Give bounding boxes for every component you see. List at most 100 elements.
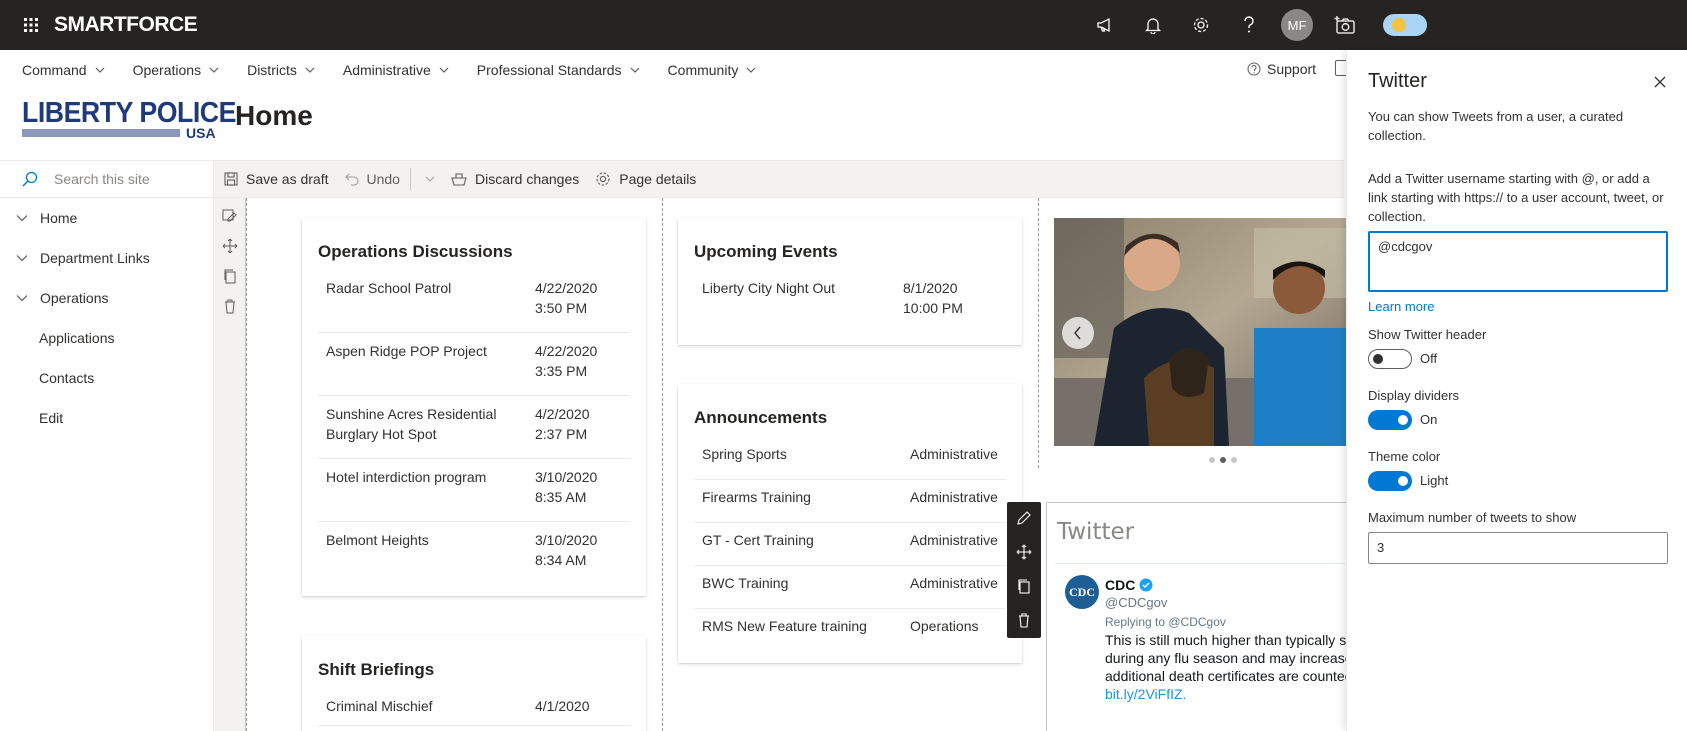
theme-toggle[interactable] <box>1383 14 1427 36</box>
show-header-toggle[interactable] <box>1368 349 1412 369</box>
announcements-webpart[interactable]: Announcements Spring Sports Administrati… <box>678 384 1022 663</box>
twitter-webpart[interactable]: Twitter CDC CDC @CDCgov Replying to @CDC… <box>1046 502 1346 731</box>
list-item[interactable]: Belmont Heights 3/10/2020 8:34 AM <box>318 530 630 585</box>
chevron-down-icon[interactable] <box>16 214 28 222</box>
list-item[interactable]: RMS New Feature training Operations <box>694 616 1006 652</box>
edit-pencil-icon[interactable] <box>1016 510 1032 526</box>
tweet-handle[interactable]: @CDCgov <box>1105 595 1167 610</box>
image-carousel[interactable] <box>1054 218 1346 446</box>
nav-command[interactable]: Command <box>22 62 105 78</box>
item-title[interactable]: Belmont Heights <box>326 530 516 550</box>
carousel-photo <box>1054 218 1346 446</box>
delete-icon[interactable] <box>222 298 238 314</box>
column-border <box>246 198 247 731</box>
item-title[interactable]: Firearms Training <box>702 487 892 507</box>
item-title[interactable]: BWC Training <box>702 573 892 593</box>
upcoming-events-webpart[interactable]: Upcoming Events Liberty City Night Out 8… <box>678 218 1022 345</box>
list-item[interactable]: Criminal Mischief 4/1/2020 <box>318 696 630 726</box>
item-title[interactable]: Spring Sports <box>702 444 892 464</box>
list-item[interactable]: BWC Training Administrative <box>694 573 1006 609</box>
avatar[interactable]: MF <box>1281 9 1313 41</box>
leftnav-item-applications[interactable]: Applications <box>0 318 213 358</box>
edit-section-icon[interactable] <box>222 208 238 224</box>
discard-changes-button[interactable]: Discard changes <box>451 171 579 187</box>
close-icon[interactable] <box>1652 74 1668 90</box>
nav-community[interactable]: Community <box>668 62 757 78</box>
item-title[interactable]: GT - Cert Training <box>702 530 892 550</box>
item-title[interactable]: RMS New Feature training <box>702 616 892 636</box>
brand-name[interactable]: SMARTFORCE <box>54 13 198 37</box>
list-item[interactable]: GT - Cert Training Administrative <box>694 530 1006 566</box>
bell-icon[interactable] <box>1129 0 1177 50</box>
carousel-dot-active[interactable] <box>1220 457 1226 463</box>
carousel-dot[interactable] <box>1231 457 1237 463</box>
help-icon[interactable] <box>1225 0 1273 50</box>
delete-icon[interactable] <box>1016 612 1032 628</box>
camera-icon[interactable] <box>1321 0 1369 50</box>
duplicate-icon[interactable] <box>222 268 238 284</box>
item-title[interactable]: Liberty City Night Out <box>702 278 892 298</box>
nav-operations[interactable]: Operations <box>133 62 219 78</box>
move-icon[interactable] <box>222 238 238 254</box>
verified-badge-icon <box>1139 578 1153 592</box>
max-tweets-input[interactable]: 3 <box>1368 532 1668 564</box>
toggle-state-text: Light <box>1420 473 1449 488</box>
theme-color-toggle[interactable] <box>1368 471 1412 491</box>
carousel-prev-button[interactable] <box>1062 317 1094 349</box>
site-search[interactable]: Search this site <box>0 160 213 198</box>
item-datetime: 3/10/2020 8:34 AM <box>535 532 598 568</box>
tweet-author[interactable]: CDC <box>1105 577 1153 593</box>
page-details-button[interactable]: Page details <box>595 171 696 187</box>
carousel-dot[interactable] <box>1209 457 1215 463</box>
undo-label: Undo <box>366 171 400 187</box>
leftnav-item-contacts[interactable]: Contacts <box>0 358 213 398</box>
tweet-link[interactable]: bit.ly/2ViFfIZ. <box>1105 685 1346 703</box>
nav-label: Districts <box>247 62 297 78</box>
move-icon[interactable] <box>1016 544 1032 560</box>
chevron-down-icon[interactable] <box>16 254 28 262</box>
display-dividers-toggle[interactable] <box>1368 410 1412 430</box>
leftnav-item-edit[interactable]: Edit <box>0 398 213 438</box>
app-launcher-icon[interactable] <box>16 10 46 40</box>
chevron-down-icon[interactable] <box>16 294 28 302</box>
list-item[interactable]: Liberty City Night Out 8/1/2020 10:00 PM <box>694 278 1006 326</box>
undo-button[interactable]: Undo <box>344 171 400 187</box>
site-logo[interactable]: LIBERTY POLICE USA <box>22 98 236 141</box>
list-item[interactable]: Firearms Training Administrative <box>694 487 1006 523</box>
item-title[interactable]: Sunshine Acres Residential Burglary Hot … <box>326 404 516 444</box>
item-title[interactable]: Radar School Patrol <box>326 278 516 298</box>
command-bar: Save as draft Undo Discard changes Page … <box>214 160 1344 198</box>
nav-administrative[interactable]: Administrative <box>343 62 449 78</box>
leftnav-item-operations[interactable]: Operations <box>0 278 213 318</box>
duplicate-icon[interactable] <box>1016 578 1032 594</box>
leftnav-item-home[interactable]: Home <box>0 198 213 238</box>
twitter-username-field[interactable]: @cdcgov <box>1368 231 1668 292</box>
leftnav-item-department-links[interactable]: Department Links <box>0 238 213 278</box>
search-icon <box>22 171 38 187</box>
list-item[interactable]: Aspen Ridge POP Project 4/22/2020 3:35 PM <box>318 341 630 396</box>
operations-discussions-webpart[interactable]: Operations Discussions Radar School Patr… <box>302 218 646 596</box>
shift-briefings-webpart[interactable]: Shift Briefings Criminal Mischief 4/1/20… <box>302 636 646 731</box>
webpart-title: Shift Briefings <box>318 660 435 679</box>
item-title[interactable]: Hotel interdiction program <box>326 467 516 487</box>
tweet-avatar[interactable]: CDC <box>1065 575 1099 609</box>
display-dividers-label: Display dividers <box>1368 388 1460 403</box>
megaphone-icon[interactable] <box>1081 0 1129 50</box>
undo-icon <box>344 173 359 186</box>
support-link[interactable]: Support <box>1247 61 1316 77</box>
list-item[interactable]: Radar School Patrol 4/22/2020 3:50 PM <box>318 278 630 333</box>
list-item[interactable]: Spring Sports Administrative <box>694 444 1006 480</box>
item-title[interactable]: Criminal Mischief <box>326 696 516 716</box>
list-item[interactable]: Sunshine Acres Residential Burglary Hot … <box>318 404 630 459</box>
undo-dropdown-button[interactable] <box>425 176 435 182</box>
nav-professional-standards[interactable]: Professional Standards <box>477 62 640 78</box>
list-item[interactable]: Hotel interdiction program 3/10/2020 8:35… <box>318 467 630 522</box>
save-draft-button[interactable]: Save as draft <box>224 171 329 187</box>
tweet-author-name: CDC <box>1105 577 1136 593</box>
learn-more-link[interactable]: Learn more <box>1368 299 1434 314</box>
search-input[interactable]: Search this site <box>54 171 150 187</box>
nav-label: Administrative <box>342 62 431 78</box>
nav-districts[interactable]: Districts <box>247 62 315 78</box>
gear-icon[interactable] <box>1177 0 1225 50</box>
item-title[interactable]: Aspen Ridge POP Project <box>326 341 516 361</box>
